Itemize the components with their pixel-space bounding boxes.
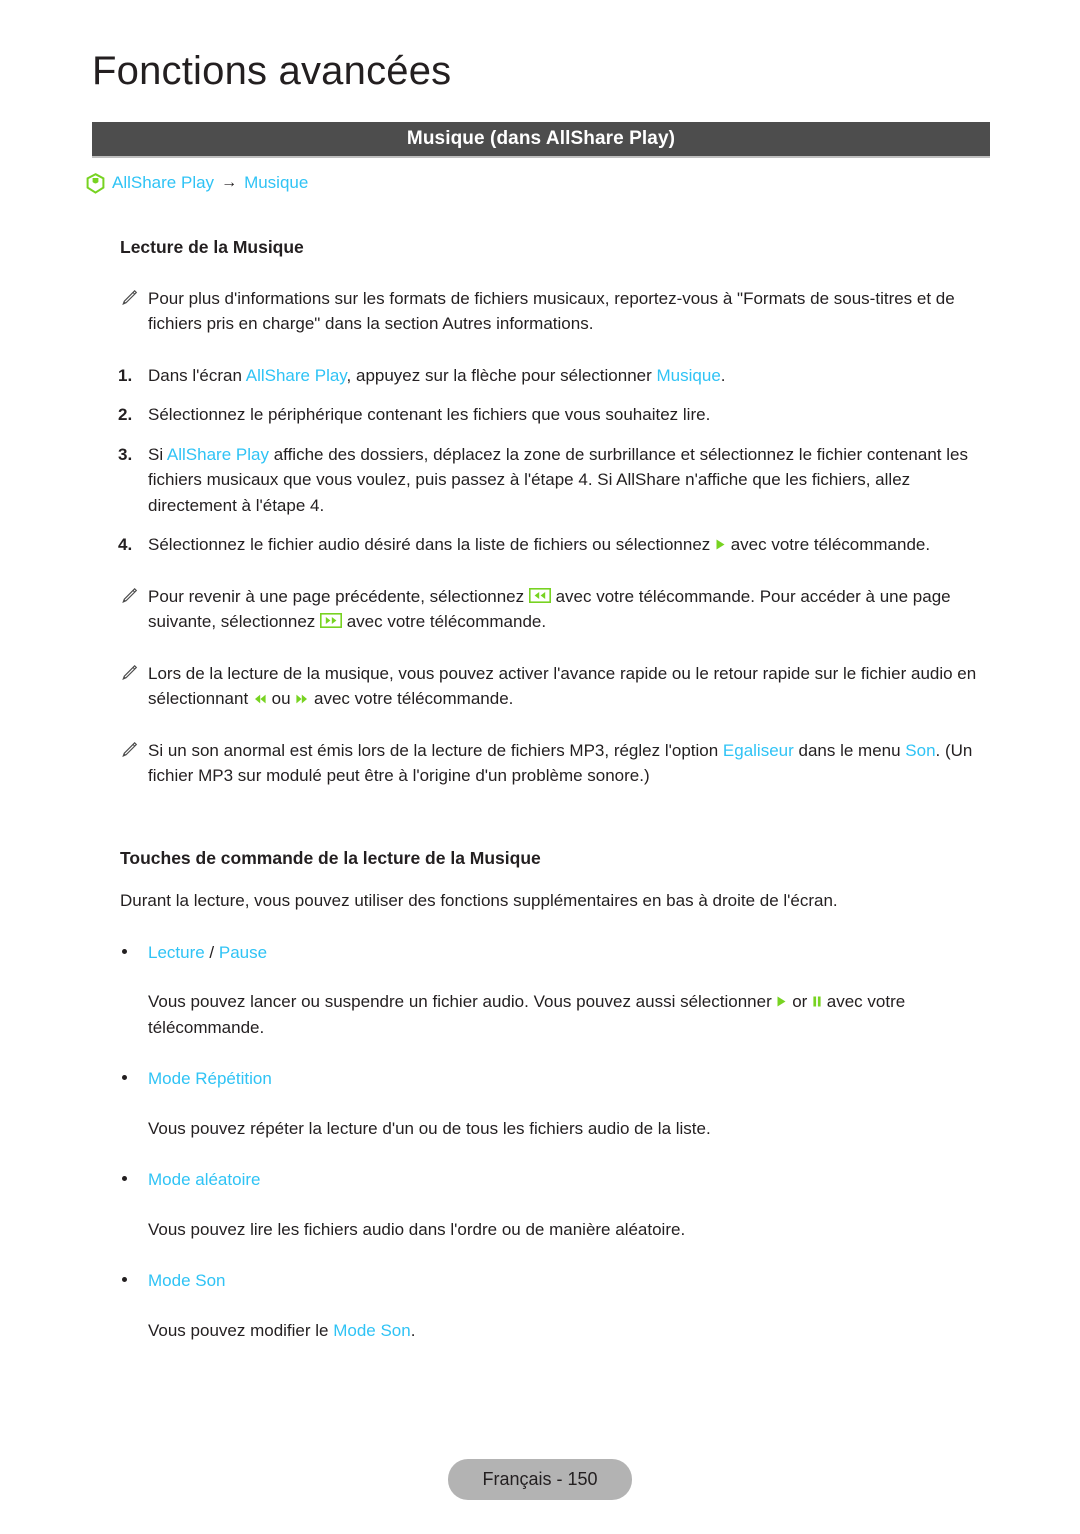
step-3-number: 3. bbox=[118, 444, 133, 464]
page-number-badge: Français - 150 bbox=[448, 1459, 632, 1500]
step-4: 4. Sélectionnez le fichier audio désiré … bbox=[92, 532, 998, 558]
bullet-mode-son-desc-pre: Vous pouvez modifier le bbox=[148, 1320, 334, 1340]
note-seek-text-post: avec votre télécommande. bbox=[309, 689, 514, 709]
bullet-label-mode-aleatoire[interactable]: Mode aléatoire bbox=[148, 1170, 260, 1189]
step-1-text-pre: Dans l'écran bbox=[148, 365, 246, 385]
play-icon bbox=[776, 995, 787, 1008]
step-1-highlight-allshare-play[interactable]: AllShare Play bbox=[246, 366, 347, 385]
rewind-button-icon bbox=[528, 587, 551, 603]
breadcrumb-item-musique[interactable]: Musique bbox=[244, 173, 308, 193]
controls-intro-text: Durant la lecture, vous pouvez utiliser … bbox=[120, 891, 838, 911]
pencil-icon bbox=[120, 289, 138, 307]
bullet-mode-repetition: Mode Répétition bbox=[92, 1066, 998, 1092]
step-1-text-mid: , appuyez sur la flèche pour sélectionne… bbox=[346, 365, 657, 385]
manual-page: Fonctions avancées Musique (dans AllShar… bbox=[0, 0, 1080, 1534]
note-formats-text: Pour plus d'informations sur les formats… bbox=[148, 288, 955, 334]
note-equalizer: Si un son anormal est émis lors de la le… bbox=[92, 738, 998, 789]
note-equalizer-text-mid: dans le menu bbox=[793, 740, 906, 760]
step-1-number: 1. bbox=[118, 365, 133, 385]
heading-lecture-de-la-musique: Lecture de la Musique bbox=[120, 237, 304, 257]
pencil-icon bbox=[120, 741, 138, 759]
breadcrumb-arrow-icon: → bbox=[221, 173, 238, 191]
section-header-bar: Musique (dans AllShare Play) bbox=[92, 122, 990, 158]
bullet-label-mode-son[interactable]: Mode Son bbox=[148, 1271, 226, 1290]
page-title: Fonctions avancées bbox=[92, 49, 452, 93]
pencil-icon bbox=[120, 664, 138, 682]
note-equalizer-highlight-son[interactable]: Son bbox=[905, 741, 935, 760]
bullet-dot-icon bbox=[122, 1176, 127, 1182]
bullet-lecture-pause-desc-pre: Vous pouvez lancer ou suspendre un fichi… bbox=[148, 992, 777, 1012]
pencil-icon bbox=[120, 587, 138, 605]
note-page-navigation: Pour revenir à une page précédente, séle… bbox=[92, 584, 998, 635]
note-seek: Lors de la lecture de la musique, vous p… bbox=[92, 661, 998, 712]
bullet-mode-son: Mode Son bbox=[92, 1268, 998, 1294]
pause-icon bbox=[812, 995, 822, 1008]
section-title: Musique (dans AllShare Play) bbox=[406, 128, 676, 149]
heading-touches-de-commande: Touches de commande de la lecture de la … bbox=[120, 847, 541, 868]
step-1-text-post: . bbox=[720, 365, 726, 385]
step-4-text-pre: Sélectionnez le fichier audio désiré dan… bbox=[148, 535, 715, 555]
step-3-highlight-allshare-play[interactable]: AllShare Play bbox=[167, 445, 269, 464]
bullet-mode-son-highlight[interactable]: Mode Son bbox=[333, 1321, 411, 1340]
bullet-lecture-pause: Lecture / Pause bbox=[92, 940, 998, 966]
fast-forward-button-icon bbox=[320, 613, 342, 629]
step-4-text-post: avec votre télécommande. bbox=[726, 535, 931, 555]
bullet-label-mode-repetition[interactable]: Mode Répétition bbox=[148, 1069, 272, 1088]
step-2-text: Sélectionnez le périphérique contenant l… bbox=[148, 405, 711, 425]
bullet-lecture-pause-description: Vous pouvez lancer ou suspendre un fichi… bbox=[92, 989, 998, 1040]
note-seek-text-mid: ou bbox=[266, 689, 296, 709]
step-4-number: 4. bbox=[118, 535, 133, 555]
bullet-separator: / bbox=[204, 942, 219, 962]
breadcrumb-item-allshare-play[interactable]: AllShare Play bbox=[112, 173, 214, 193]
note-page-navigation-text-pre: Pour revenir à une page précédente, séle… bbox=[148, 586, 529, 606]
step-3: 3. Si AllShare Play affiche des dossiers… bbox=[92, 442, 998, 519]
content-body: Lecture de la Musique Pour plus d'inform… bbox=[92, 236, 998, 1357]
note-formats: Pour plus d'informations sur les formats… bbox=[92, 286, 998, 337]
note-page-navigation-text-post: avec votre télécommande. bbox=[342, 612, 547, 632]
play-icon bbox=[715, 538, 726, 551]
bullet-dot-icon bbox=[122, 1075, 127, 1081]
step-3-text-mid: affiche des dossiers, déplacez la zone d… bbox=[148, 444, 968, 515]
step-2-number: 2. bbox=[118, 405, 133, 425]
page-footer: Français - 150 bbox=[0, 1459, 1080, 1500]
bullet-mode-son-desc-post: . bbox=[410, 1320, 416, 1340]
bullet-lecture-pause-desc-mid: or bbox=[787, 992, 813, 1012]
fast-forward-icon bbox=[295, 693, 309, 705]
bullet-dot-icon bbox=[122, 1277, 127, 1283]
step-1: 1. Dans l'écran AllShare Play, appuyez s… bbox=[92, 363, 998, 389]
bullet-mode-son-description: Vous pouvez modifier le Mode Son. bbox=[92, 1318, 998, 1344]
bullet-mode-repetition-description: Vous pouvez répéter la lecture d'un ou d… bbox=[148, 1118, 711, 1138]
step-1-highlight-musique[interactable]: Musique bbox=[657, 366, 721, 385]
bullet-dot-icon bbox=[122, 948, 127, 954]
bullet-mode-aleatoire: Mode aléatoire bbox=[92, 1167, 998, 1193]
step-2: 2. Sélectionnez le périphérique contenan… bbox=[92, 402, 998, 428]
smart-hub-icon bbox=[86, 173, 105, 194]
note-equalizer-highlight-egaliseur[interactable]: Egaliseur bbox=[723, 741, 794, 760]
bullet-label-pause[interactable]: Pause bbox=[219, 943, 267, 962]
note-equalizer-text-pre: Si un son anormal est émis lors de la le… bbox=[148, 740, 723, 760]
rewind-icon bbox=[253, 693, 267, 705]
bullet-mode-aleatoire-description: Vous pouvez lire les fichiers audio dans… bbox=[148, 1219, 686, 1239]
step-3-text-pre: Si bbox=[148, 444, 167, 464]
breadcrumb: AllShare Play → Musique bbox=[86, 172, 308, 194]
bullet-label-lecture[interactable]: Lecture bbox=[148, 943, 205, 962]
